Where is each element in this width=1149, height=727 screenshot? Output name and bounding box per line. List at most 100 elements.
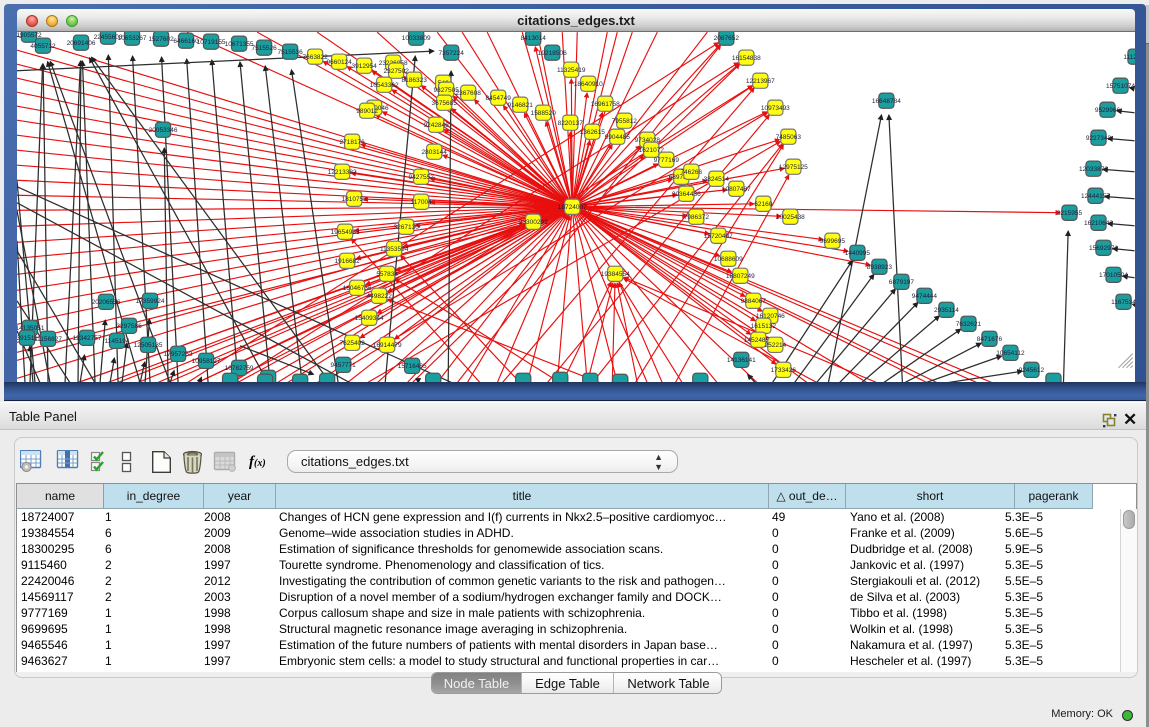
svg-text:4055712: 4055712 [30,43,56,50]
svg-text:9457771: 9457771 [330,362,356,369]
svg-text:10807487: 10807487 [722,186,751,193]
svg-text:7632621: 7632621 [956,321,982,328]
svg-text:9660124: 9660124 [326,59,352,66]
svg-text:(x): (x) [254,458,266,469]
svg-text:20206556: 20206556 [92,299,121,306]
svg-text:7663822: 7663822 [302,54,328,61]
svg-text:18640910: 18640910 [574,81,603,88]
svg-text:6466160: 6466160 [173,38,199,45]
svg-text:1733426: 1733426 [771,367,797,374]
svg-text:10033809: 10033809 [402,35,431,42]
svg-text:15692971: 15692971 [1089,245,1118,252]
svg-text:2087652: 2087652 [714,35,740,42]
svg-text:3297586: 3297586 [116,323,142,330]
svg-text:20053346: 20053346 [149,127,178,134]
svg-text:7625402: 7625402 [339,340,365,347]
svg-text:557834: 557834 [376,271,398,278]
svg-text:7986372: 7986372 [684,214,710,221]
svg-text:9245612: 9245612 [1019,367,1045,374]
svg-text:1588520: 1588520 [531,110,557,117]
svg-text:2367608: 2367608 [456,90,482,97]
svg-text:16914479: 16914479 [373,342,402,349]
svg-text:8220137: 8220137 [558,120,584,127]
svg-text:7515536: 7515536 [277,49,303,56]
svg-text:16046736: 16046736 [343,285,372,292]
svg-text:20691406: 20691406 [67,40,96,47]
svg-text:9242848: 9242848 [424,122,450,129]
svg-text:3267130: 3267130 [394,224,420,231]
svg-text:15409344: 15409344 [355,315,384,322]
svg-text:2803144: 2803144 [422,149,448,156]
svg-text:12505135: 12505135 [134,342,163,349]
svg-text:3912954: 3912954 [351,63,377,70]
svg-text:12213967: 12213967 [746,78,775,85]
svg-text:2935114: 2935114 [934,307,959,314]
svg-text:12975125: 12975125 [779,164,808,171]
svg-text:9427552: 9427552 [409,174,435,181]
svg-text:17957253: 17957253 [164,351,193,358]
svg-text:1440995: 1440995 [845,250,871,257]
svg-text:17010504: 17010504 [1099,272,1128,279]
svg-text:62160: 62160 [754,201,772,208]
svg-text:1615132: 1615132 [751,323,777,330]
svg-text:1810753: 1810753 [341,196,367,203]
svg-text:10782759: 10782759 [225,365,254,372]
svg-text:117004: 117004 [411,199,433,206]
svg-text:8938923: 8938923 [867,264,893,271]
svg-text:4498222: 4498222 [367,293,393,300]
svg-text:20364436: 20364436 [672,191,701,198]
svg-text:1167534: 1167534 [1111,299,1135,306]
svg-text:9904485: 9904485 [605,134,631,141]
svg-text:10688609: 10688609 [714,256,743,263]
svg-text:9529966: 9529966 [1095,107,1121,114]
svg-text:14136141: 14136141 [727,357,756,364]
svg-text:10654112: 10654112 [996,350,1025,357]
svg-text:8471676: 8471676 [977,336,1003,343]
svg-text:12033872: 12033872 [1079,166,1108,173]
svg-text:2327502: 2327502 [384,68,410,75]
svg-text:8186323: 8186323 [402,77,428,84]
svg-text:1362615: 1362615 [580,129,606,136]
svg-text:17359924: 17359924 [136,298,165,305]
svg-text:10653267: 10653267 [118,35,147,42]
svg-text:9146821: 9146821 [508,102,534,109]
svg-text:16648784: 16648784 [872,98,901,105]
svg-text:11325419: 11325419 [557,67,586,74]
svg-text:9699695: 9699695 [820,238,846,245]
svg-text:16961758: 16961758 [591,101,620,108]
svg-text:7485063: 7485063 [776,134,802,141]
svg-text:19384554: 19384554 [601,271,630,278]
svg-text:15751074: 15751074 [1106,83,1135,90]
svg-text:9227342: 9227342 [1086,135,1112,142]
svg-text:252214: 252214 [764,342,786,349]
svg-text:2718176: 2718176 [339,139,365,146]
svg-text:1527602: 1527602 [148,36,174,43]
svg-text:1916682: 1916682 [334,258,360,265]
svg-text:23300293: 23300293 [519,219,548,226]
svg-text:3824514: 3824514 [704,176,730,183]
svg-text:989012: 989012 [356,108,378,115]
svg-text:15716485: 15716485 [398,363,427,370]
svg-text:11353594: 11353594 [380,246,409,253]
svg-text:10958127: 10958127 [192,358,221,365]
svg-text:19218506: 19218506 [538,50,567,57]
svg-text:7357224: 7357224 [439,50,465,57]
svg-text:9474444: 9474444 [912,293,938,300]
svg-text:1145194: 1145194 [105,338,130,345]
svg-text:12444157: 12444157 [1081,193,1110,200]
svg-text:7515526: 7515526 [251,45,277,52]
svg-text:19654983: 19654983 [331,229,360,236]
svg-text:9884067: 9884067 [741,298,767,305]
svg-text:746266: 746266 [680,169,702,176]
svg-text:16154838: 16154838 [732,55,761,62]
svg-text:10719155: 10719155 [197,39,226,46]
svg-text:6879197: 6879197 [889,279,915,286]
svg-text:18724007: 18724007 [558,204,587,211]
svg-text:10973493: 10973493 [761,105,790,112]
svg-text:15720407: 15720407 [704,233,733,240]
svg-text:10025438: 10025438 [776,214,805,221]
svg-text:16210643: 16210643 [1084,220,1113,227]
svg-text:18807249: 18807249 [726,273,755,280]
svg-text:8413014: 8413014 [521,35,547,42]
svg-text:3675685: 3675685 [432,100,458,107]
